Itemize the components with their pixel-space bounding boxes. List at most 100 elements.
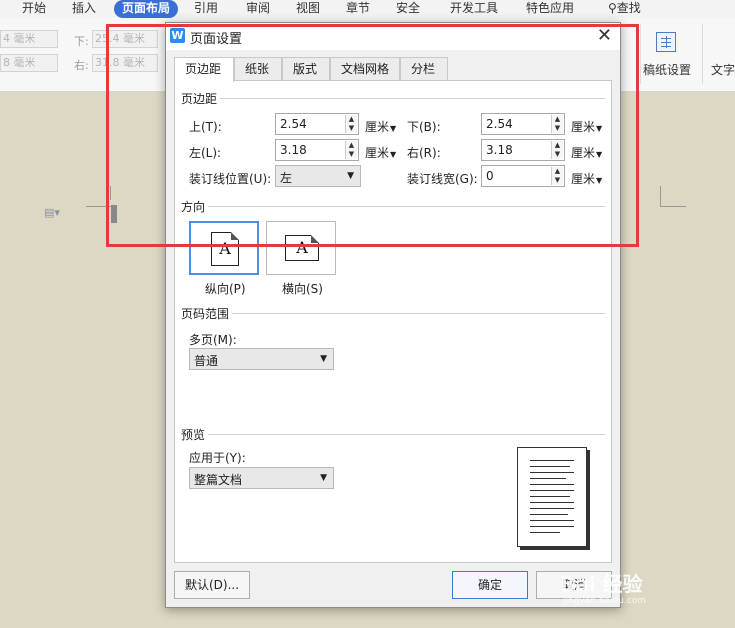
ribbon-tab-view[interactable]: 视图 [288, 0, 328, 18]
preview-line [530, 532, 560, 533]
portrait-button[interactable]: A [189, 221, 259, 275]
bottom-margin-label: 下(B): [407, 120, 441, 134]
baidu-watermark-url: jingyan.baidu.com [563, 596, 647, 606]
chevron-down-icon: ▼ [320, 473, 327, 483]
right-margin-input[interactable]: 3.18 ▲ ▼ [481, 139, 565, 161]
portrait-label: 纵向(P) [205, 282, 246, 296]
gutter-width-label: 装订线宽(G): [407, 172, 478, 186]
ribbon-tab-chapter[interactable]: 章节 [338, 0, 378, 18]
preview-line [530, 496, 570, 497]
right-margin-value: 3.18 [486, 143, 513, 157]
margin-right-field[interactable]: 31.8 毫米 [92, 54, 158, 72]
page-glyph: A [219, 239, 231, 258]
default-button[interactable]: 默认(D)... [174, 571, 250, 599]
tab-columns[interactable]: 分栏 [400, 57, 448, 81]
paper-grid-icon[interactable] [656, 32, 676, 52]
preview-line [530, 460, 574, 461]
spin-up-icon[interactable]: ▲ [552, 115, 563, 124]
ribbon-divider [640, 24, 641, 84]
ribbon-tab-home[interactable]: 开始 [14, 0, 54, 18]
landscape-button[interactable]: A [266, 221, 336, 275]
ribbon-search[interactable]: ⚲查找 [600, 0, 649, 18]
text-direction-button[interactable]: 文字 [711, 61, 735, 78]
spin-down-icon[interactable]: ▼ [346, 124, 357, 133]
preview-line [530, 514, 568, 515]
text-cursor [111, 205, 117, 223]
top-margin-value: 2.54 [280, 117, 307, 131]
tab-layout[interactable]: 版式 [282, 57, 330, 81]
ribbon-divider [702, 24, 703, 84]
top-margin-unit[interactable]: 厘米▼ [365, 118, 396, 135]
ribbon-tab-insert[interactable]: 插入 [64, 0, 104, 18]
top-margin-label: 上(T): [189, 120, 222, 134]
spin-up-icon[interactable]: ▲ [346, 141, 357, 150]
ribbon-tab-developer[interactable]: 开发工具 [442, 0, 506, 18]
ribbon-tab-review[interactable]: 审阅 [238, 0, 278, 18]
left-margin-unit[interactable]: 厘米▼ [365, 144, 396, 161]
ribbon-tab-features[interactable]: 特色应用 [518, 0, 582, 18]
spin-down-icon[interactable]: ▼ [346, 150, 357, 159]
gutter-width-input[interactable]: 0 ▲ ▼ [481, 165, 565, 187]
ok-button[interactable]: 确定 [452, 571, 528, 599]
paper-settings-button[interactable]: 稿纸设置 [643, 61, 691, 78]
apply-to-label: 应用于(Y): [189, 451, 246, 465]
gutter-width-unit[interactable]: 厘米▼ [571, 170, 602, 187]
tab-paper[interactable]: 纸张 [234, 57, 282, 81]
margin-bottom-field[interactable]: 25.4 毫米 [92, 30, 158, 48]
right-margin-unit[interactable]: 厘米▼ [571, 144, 602, 161]
spin-arrows[interactable]: ▲ ▼ [551, 141, 563, 159]
spin-arrows[interactable]: ▲ ▼ [551, 167, 563, 185]
tab-margins[interactable]: 页边距 [174, 57, 234, 82]
bottom-margin-unit[interactable]: 厘米▼ [571, 118, 602, 135]
spin-down-icon[interactable]: ▼ [552, 124, 563, 133]
spin-up-icon[interactable]: ▲ [552, 141, 563, 150]
preview-line [530, 502, 574, 503]
margin-bottom-label: 下: [74, 35, 89, 48]
margin-left-field[interactable]: 8 毫米 [0, 54, 58, 72]
chevron-down-icon: ▼ [596, 150, 603, 159]
unit-label: 厘米 [571, 172, 596, 186]
portrait-page-icon: A [211, 232, 239, 266]
section-divider [207, 206, 605, 207]
chevron-down-icon: ▼ [596, 124, 603, 133]
margin-top-field[interactable]: 4 毫米 [0, 30, 58, 48]
dialog-titlebar[interactable]: W 页面设置 ✕ [166, 23, 620, 50]
crop-mark [110, 186, 111, 200]
close-icon[interactable]: ✕ [597, 25, 612, 46]
dialog-title: 页面设置 [190, 32, 243, 47]
tab-document-grid[interactable]: 文档网格 [330, 57, 400, 81]
apply-to-value: 整篇文档 [194, 473, 243, 487]
orientation-section-title: 方向 [181, 198, 209, 215]
spin-arrows[interactable]: ▲ ▼ [345, 115, 357, 133]
spin-up-icon[interactable]: ▲ [552, 167, 563, 176]
gutter-position-select[interactable]: 左 ▼ [275, 165, 361, 187]
multiple-pages-value: 普通 [194, 354, 219, 368]
bottom-margin-input[interactable]: 2.54 ▲ ▼ [481, 113, 565, 135]
preview-line [530, 478, 566, 479]
paragraph-icon[interactable]: ▤▾ [44, 206, 60, 219]
spin-down-icon[interactable]: ▼ [552, 176, 563, 185]
spin-arrows[interactable]: ▲ ▼ [345, 141, 357, 159]
chevron-down-icon: ▼ [320, 354, 327, 364]
multiple-pages-select[interactable]: 普通 ▼ [189, 348, 334, 370]
chevron-down-icon: ▼ [390, 150, 397, 159]
ribbon-tab-security[interactable]: 安全 [388, 0, 428, 18]
preview-section-title: 预览 [181, 426, 209, 443]
spin-arrows[interactable]: ▲ ▼ [551, 115, 563, 133]
apply-to-select[interactable]: 整篇文档 ▼ [189, 467, 334, 489]
preview-line [530, 520, 574, 521]
tab-panel-margins: 页边距 上(T): 2.54 ▲ ▼ 厘米▼ 下(B): 2.54 ▲ ▼ 厘米▼ … [174, 80, 612, 563]
right-margin-label: 右(R): [407, 146, 441, 160]
left-margin-input[interactable]: 3.18 ▲ ▼ [275, 139, 359, 161]
left-margin-value: 3.18 [280, 143, 307, 157]
section-divider [231, 313, 605, 314]
ribbon-tab-page-layout[interactable]: 页面布局 [114, 0, 179, 18]
top-margin-input[interactable]: 2.54 ▲ ▼ [275, 113, 359, 135]
ribbon-tab-references[interactable]: 引用 [186, 0, 226, 18]
section-divider [219, 98, 605, 99]
margins-section-title: 页边距 [181, 90, 221, 107]
spin-up-icon[interactable]: ▲ [346, 115, 357, 124]
spin-down-icon[interactable]: ▼ [552, 150, 563, 159]
preview-line [530, 466, 570, 467]
unit-label: 厘米 [571, 146, 596, 160]
